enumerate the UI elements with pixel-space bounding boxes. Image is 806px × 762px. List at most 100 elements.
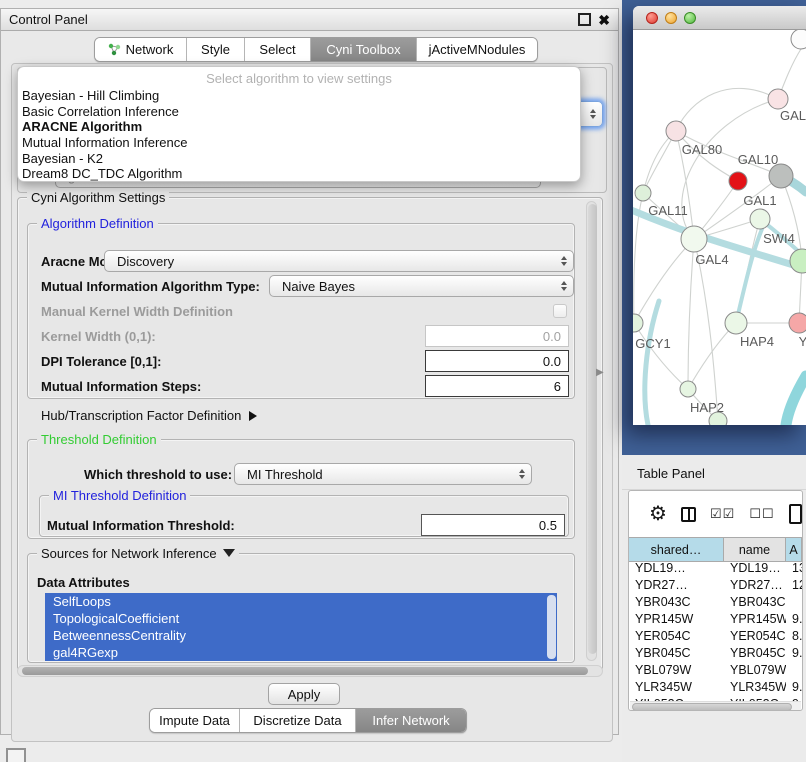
top-tab-bar: Network StyleSelectCyni ToolboxjActiveMNo… [94,37,538,62]
network-node-hap2[interactable] [680,381,696,397]
network-node-top-partial[interactable] [791,30,806,49]
table-cell: YDL19… [629,560,724,577]
table-row[interactable]: YPR145WYPR145W9. [629,611,802,628]
attribute-item[interactable]: BetweennessCentrality [45,627,557,644]
checked-columns-icon[interactable]: ☑☑ [710,506,735,522]
table-row[interactable]: YLR345WYLR345W9. [629,679,802,696]
attribute-item[interactable]: gal4RGexp [45,644,557,661]
algorithm-option[interactable]: ARACNE Algorithm [21,119,580,135]
table-cell: YLR345W [629,679,724,696]
column-header-shared[interactable]: shared… [629,538,724,561]
network-node-gal80[interactable] [666,121,686,141]
table-row[interactable]: YDR27…YDR27…12 [629,577,802,594]
attribute-item[interactable]: TopologicalCoefficient [45,610,557,627]
hub-definition-toggle[interactable]: Hub/Transcription Factor Definition [41,408,257,423]
zoom-traffic-icon[interactable] [684,12,696,24]
node-label-gal10: GAL10 [738,152,778,167]
gear-icon[interactable]: ⚙ [649,504,667,524]
close-icon[interactable]: ✖ [598,15,610,25]
network-node-selected-node[interactable] [729,172,747,190]
algorithm-option[interactable]: Bayesian - Hill Climbing [21,88,580,104]
algorithm-option[interactable]: Dream8 DC_TDC Algorithm [21,166,580,182]
kernel-width-label: Kernel Width (0,1): [41,329,156,344]
file-icon[interactable] [789,504,802,524]
dpi-tolerance-input[interactable]: 0.0 [425,350,569,372]
tab-network[interactable]: Network [95,38,187,61]
network-node-y-partial[interactable] [789,313,806,333]
tab-jactivemnodules[interactable]: jActiveMNodules [417,38,537,61]
attribute-item[interactable]: SelfLoops [45,593,557,610]
tab-select[interactable]: Select [245,38,311,61]
apply-button[interactable]: Apply [268,683,340,705]
table-row[interactable]: YDL19…YDL19…13 [629,560,802,577]
algorithm-option[interactable]: Bayesian - K2 [21,151,580,167]
network-canvas[interactable]: GALGAL80GAL10GAL1GAL11GAL4SWI4GCY1HAP4YH… [633,30,806,425]
unchecked-columns-icon[interactable]: ☐☐ [749,506,774,522]
network-edge[interactable] [634,239,694,323]
mi-steps-label: Mutual Information Steps: [41,379,201,394]
algorithm-definition-title: Algorithm Definition [37,216,158,231]
bottom-tab-bar: Impute DataDiscretize DataInfer Network [149,708,467,733]
network-edge[interactable] [645,301,659,425]
tab-infer-network[interactable]: Infer Network [356,709,466,732]
table-row[interactable]: YBR045CYBR045C9. [629,645,802,662]
network-node-swi4[interactable] [790,249,806,273]
node-label-y-partial: Y [799,334,806,349]
table-hscrollbar[interactable] [630,701,801,711]
network-node-gal4[interactable] [681,226,707,252]
network-node-hap4[interactable] [725,312,747,334]
table-cell: YBR043C [629,594,724,611]
algorithm-option[interactable]: Basic Correlation Inference [21,104,580,120]
which-threshold-combo[interactable]: MI Threshold [234,463,532,485]
dock-panel-button[interactable] [6,748,26,762]
tab-style[interactable]: Style [187,38,245,61]
column-header-name[interactable]: name [724,538,786,561]
table-cell [786,662,802,679]
network-window: GALGAL80GAL10GAL1GAL11GAL4SWI4GCY1HAP4YH… [633,6,806,425]
kernel-width-input[interactable]: 0.0 [425,325,569,347]
aracne-mode-combo[interactable]: Discovery [104,250,574,272]
mi-steps-input[interactable]: 6 [425,375,569,397]
algorithm-option[interactable]: Mutual Information Inference [21,135,580,151]
network-edge[interactable] [688,239,694,389]
table-panel-box: ⚙ ☑☑ ☐☐ shared…nameA YDL19…YDL19…13YDR27… [628,490,803,711]
collapse-down-icon [223,549,235,557]
table-toolbar: ⚙ ☑☑ ☐☐ [629,491,802,537]
network-node-gal10[interactable] [769,164,793,188]
minimize-traffic-icon[interactable] [665,12,677,24]
dpi-tolerance-label: DPI Tolerance [0,1]: [41,354,161,369]
float-window-icon[interactable] [578,13,591,26]
tab-impute-data[interactable]: Impute Data [150,709,240,732]
table-row[interactable]: YBR043CYBR043C [629,594,802,611]
mi-type-value: Naive Bayes [282,279,355,294]
network-node-gal1[interactable] [750,209,770,229]
which-threshold-label: Which threshold to use: [84,467,232,482]
attributes-list-scrollbar[interactable] [547,595,556,659]
settings-hscrollbar[interactable] [17,665,603,677]
table-row[interactable]: YER054CYER054C8. [629,628,802,645]
table-cell: YBR045C [724,645,786,662]
network-node-gal11[interactable] [635,185,651,201]
manual-kernel-checkbox[interactable] [553,304,567,318]
panel-splitter-arrow[interactable]: ▶ [596,367,604,378]
mi-type-combo[interactable]: Naive Bayes [269,275,574,297]
settings-scrollbar[interactable] [586,201,597,661]
network-edge[interactable] [786,376,806,425]
node-label-gal-tr: GAL [780,108,806,123]
network-edge[interactable] [634,323,688,389]
network-node-gcy1[interactable] [633,314,643,332]
tab-cyni-toolbox[interactable]: Cyni Toolbox [311,38,417,61]
mi-threshold-input[interactable]: 0.5 [421,514,565,536]
columns-icon[interactable] [681,507,696,522]
tab-label: Network [126,42,174,57]
sources-title[interactable]: Sources for Network Inference [37,546,239,561]
tab-discretize-data[interactable]: Discretize Data [240,709,356,732]
network-edge[interactable] [643,131,676,193]
close-traffic-icon[interactable] [646,12,658,24]
table-row[interactable]: YBL079WYBL079W [629,662,802,679]
network-edge[interactable] [736,229,762,323]
data-attributes-list[interactable]: SelfLoopsTopologicalCoefficientBetweenne… [45,593,557,661]
mi-threshold-title: MI Threshold Definition [49,488,190,503]
network-node-gal-tr[interactable] [768,89,788,109]
column-header-A[interactable]: A [786,538,802,561]
